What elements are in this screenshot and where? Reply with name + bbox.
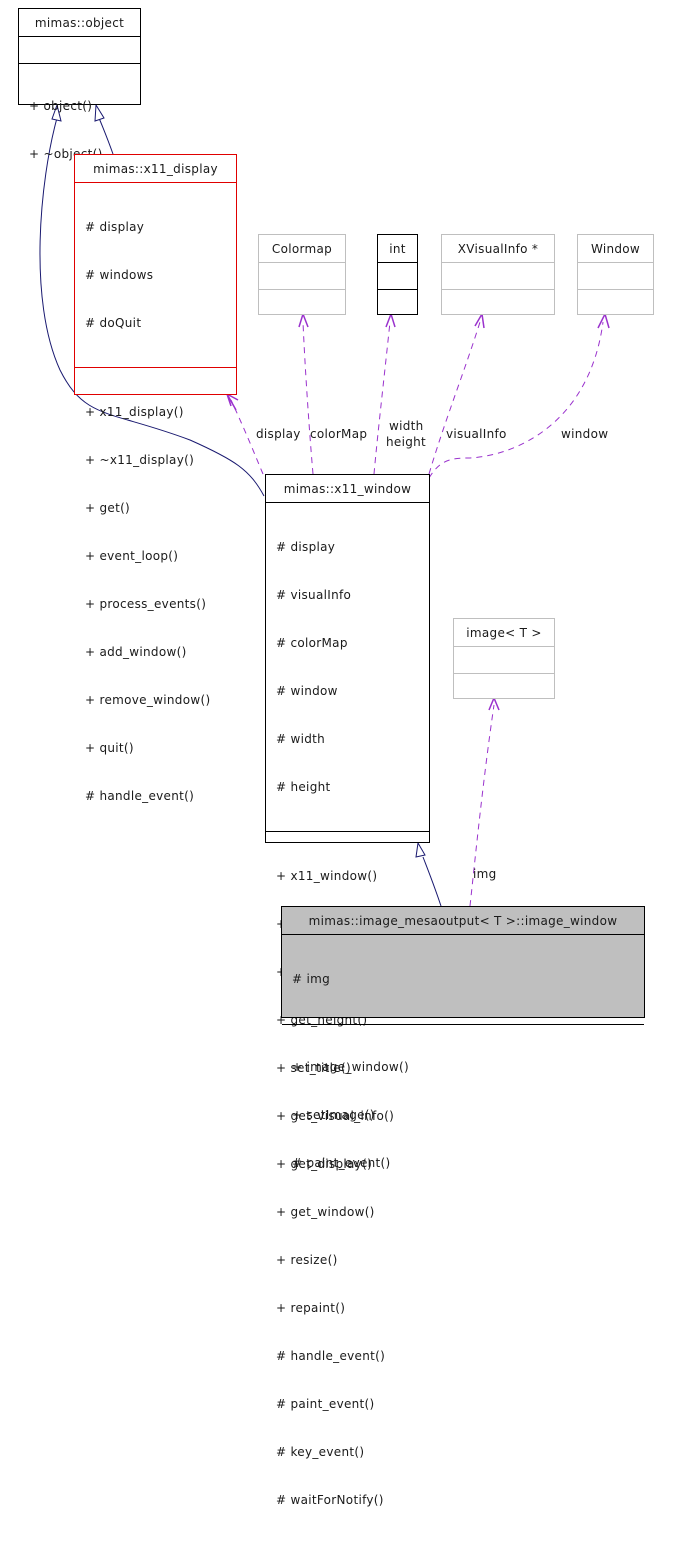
class-title: XVisualInfo * — [457, 242, 539, 256]
method: + remove_window() — [85, 693, 211, 707]
attributes-section — [454, 647, 554, 673]
method: # paint_event() — [292, 1156, 391, 1170]
method: + ~x11_display() — [85, 453, 195, 467]
attribute: # window — [276, 684, 338, 698]
class-mimas-object[interactable]: mimas::object + object() + ~object() — [18, 8, 141, 161]
class-colormap[interactable]: Colormap — [258, 234, 346, 315]
method: + quit() — [85, 741, 134, 755]
attribute: # img — [292, 972, 331, 986]
attribute: # width — [276, 732, 326, 746]
method: # waitForNotify() — [276, 1493, 384, 1507]
divider — [442, 289, 554, 290]
divider — [454, 673, 554, 674]
class-xvisualinfo[interactable]: XVisualInfo * — [441, 234, 555, 315]
edge-label-display: display — [256, 427, 301, 441]
class-title: image< T > — [466, 626, 542, 640]
edge-label-colormap: colorMap — [310, 427, 368, 441]
divider — [378, 289, 417, 290]
method: + x11_window() — [276, 869, 378, 883]
method: + resize() — [276, 1253, 338, 1267]
methods-section: + x11_display() + ~x11_display() + get()… — [75, 368, 236, 840]
class-title: mimas::x11_window — [283, 482, 412, 496]
attributes-section — [442, 263, 554, 289]
divider — [578, 289, 653, 290]
method: + object() — [29, 99, 93, 113]
method: # handle_event() — [276, 1349, 386, 1363]
class-title: mimas::object — [34, 16, 125, 30]
class-title: int — [389, 242, 406, 256]
class-title: mimas::x11_display — [93, 162, 218, 176]
method: # key_event() — [276, 1445, 365, 1459]
attributes-section: # display # windows # doQuit — [75, 183, 236, 367]
attribute: # doQuit — [85, 316, 142, 330]
divider — [259, 289, 345, 290]
class-title: Colormap — [271, 242, 333, 256]
usage-arrowhead-colormap — [298, 311, 309, 328]
attributes-section — [578, 263, 653, 289]
attribute: # display — [276, 540, 336, 554]
method: # handle_event() — [85, 789, 195, 803]
attributes-section: # img — [282, 935, 644, 1024]
class-mimas-x11-display[interactable]: mimas::x11_display # display # windows #… — [74, 154, 237, 803]
usage-edge-window — [428, 321, 604, 479]
attributes-section — [378, 263, 417, 289]
class-title: mimas::image_mesaoutput< T >::image_wind… — [308, 914, 618, 928]
edge-label-width: width — [389, 419, 424, 433]
usage-edge-visualinfo — [428, 321, 481, 475]
class-window[interactable]: Window — [577, 234, 654, 315]
attributes-section — [259, 263, 345, 289]
method: + image_window() — [292, 1060, 409, 1074]
method: # paint_event() — [276, 1397, 375, 1411]
method: + event_loop() — [85, 549, 179, 563]
class-image-t[interactable]: image< T > — [453, 618, 555, 699]
edge-label-height: height — [386, 435, 427, 449]
method: + get() — [85, 501, 131, 515]
usage-arrowhead-int — [385, 311, 396, 328]
attribute: # height — [276, 780, 331, 794]
attribute: # colorMap — [276, 636, 348, 650]
class-int[interactable]: int — [377, 234, 418, 315]
method: + setImage() — [292, 1108, 375, 1122]
method: + process_events() — [85, 597, 207, 611]
methods-section: + image_window() + setImage() # paint_ev… — [282, 1025, 644, 1207]
edge-label-visualinfo: visualInfo — [446, 427, 507, 441]
attributes-section: # display # visualInfo # colorMap # wind… — [266, 503, 429, 831]
usage-arrowhead-window — [597, 311, 610, 329]
usage-arrowhead-xvisualinfo — [474, 311, 485, 329]
attributes-section — [19, 37, 140, 63]
class-title: Window — [590, 242, 641, 256]
edge-label-window: window — [561, 427, 609, 441]
method: + add_window() — [85, 645, 187, 659]
usage-edge-colormap — [302, 321, 314, 475]
class-mimas-x11-window[interactable]: mimas::x11_window # display # visualInfo… — [265, 474, 430, 1507]
edge-label-img: img — [473, 867, 497, 881]
method: + x11_display() — [85, 405, 184, 419]
attribute: # display — [85, 220, 145, 234]
attribute: # visualInfo — [276, 588, 352, 602]
method: + repaint() — [276, 1301, 346, 1315]
attribute: # windows — [85, 268, 154, 282]
class-image-window[interactable]: mimas::image_mesaoutput< T >::image_wind… — [281, 906, 645, 1170]
usage-edge-width-height — [373, 321, 391, 475]
